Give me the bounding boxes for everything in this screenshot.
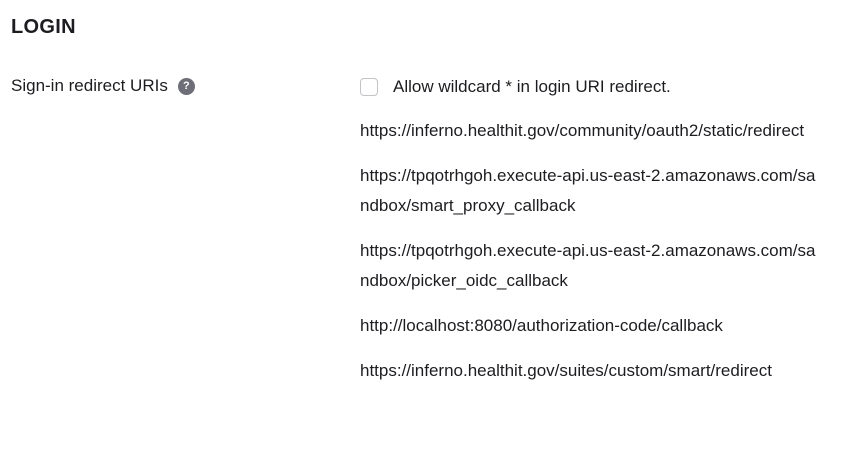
- sign-in-redirect-field-label: Sign-in redirect URIs ?: [11, 76, 195, 96]
- wildcard-checkbox[interactable]: [360, 78, 378, 96]
- redirect-uri-item: https://inferno.healthit.gov/suites/cust…: [360, 361, 772, 380]
- wildcard-checkbox-row[interactable]: Allow wildcard * in login URI redirect.: [360, 74, 840, 100]
- help-icon[interactable]: ?: [177, 77, 195, 95]
- field-label: Sign-in redirect URIs: [11, 76, 168, 95]
- wildcard-checkbox-label[interactable]: Allow wildcard * in login URI redirect.: [393, 77, 671, 97]
- redirect-uri-list: https://inferno.healthit.gov/community/o…: [360, 116, 840, 386]
- section-title: LOGIN: [11, 16, 76, 38]
- redirect-uri-item: https://inferno.healthit.gov/community/o…: [360, 121, 805, 140]
- redirect-uri-item: https://tpqotrhgoh.execute-api.us-east-2…: [360, 166, 816, 215]
- login-settings-panel: LOGIN Sign-in redirect URIs ? Allow wild…: [0, 0, 867, 460]
- redirect-uri-item: https://tpqotrhgoh.execute-api.us-east-2…: [360, 241, 816, 290]
- redirect-uri-item: http://localhost:8080/authorization-code…: [360, 316, 723, 335]
- sign-in-redirect-field-value: Allow wildcard * in login URI redirect. …: [360, 74, 840, 401]
